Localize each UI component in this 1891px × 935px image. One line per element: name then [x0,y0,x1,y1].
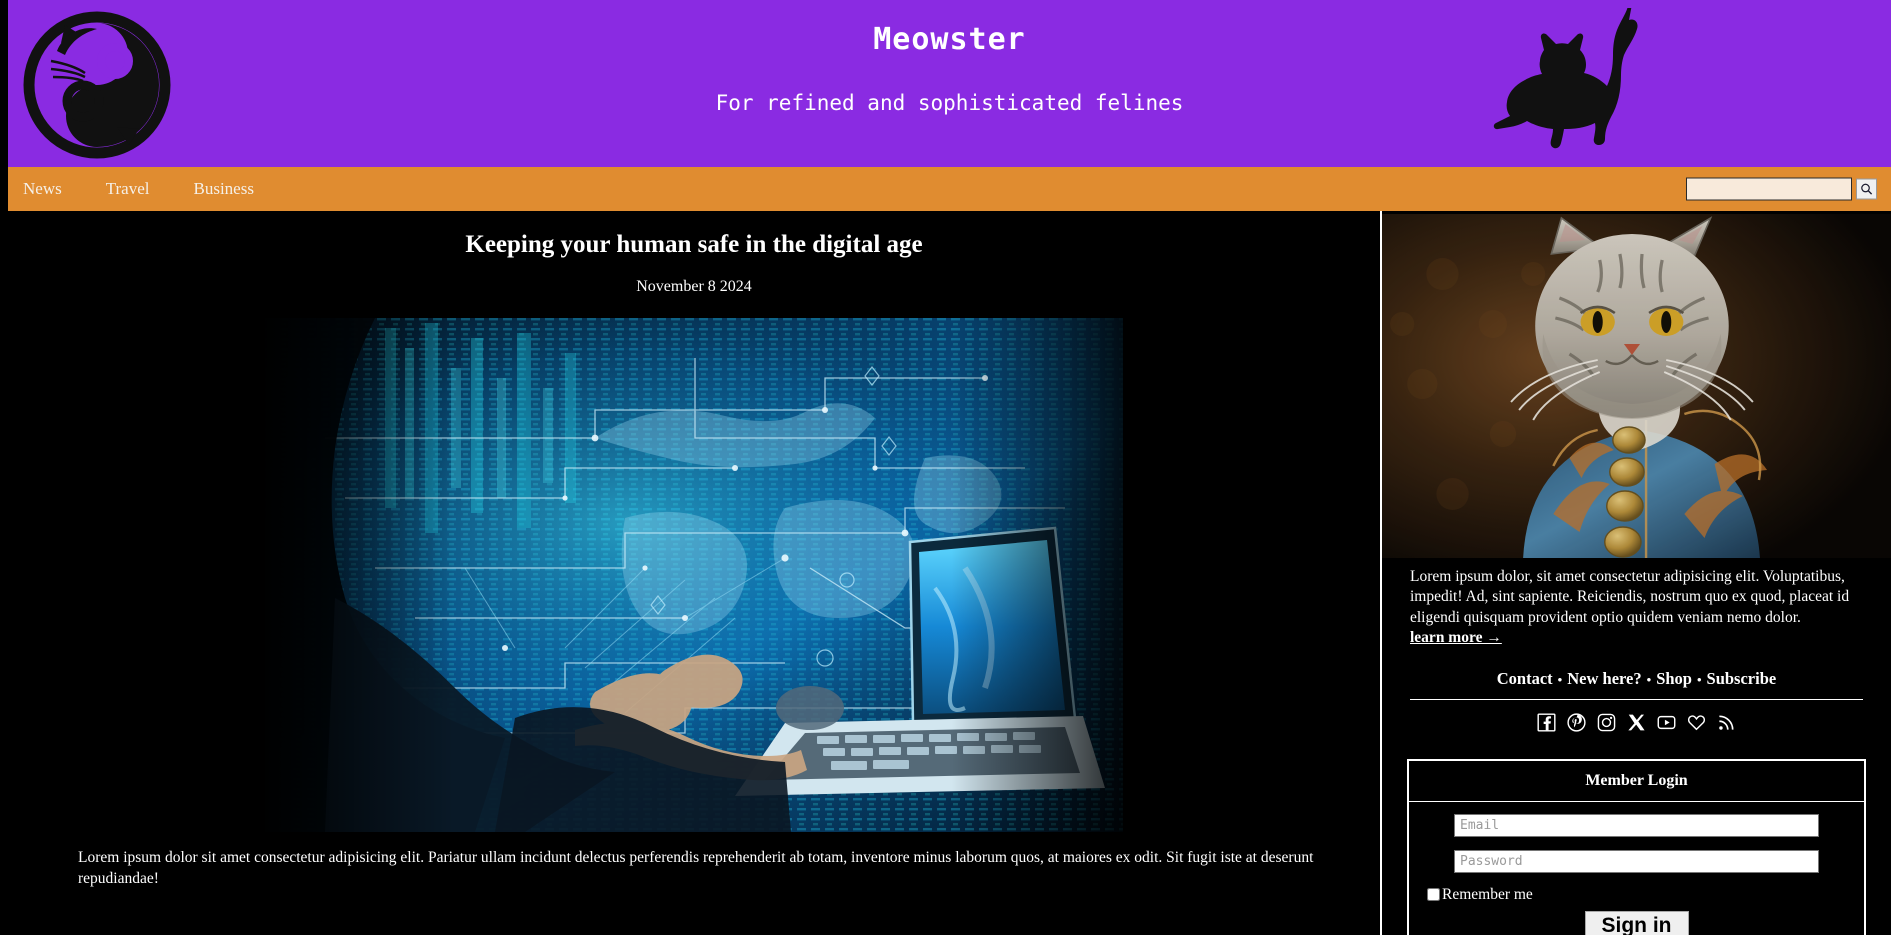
search-area [1686,177,1877,201]
link-separator: • [1696,672,1702,688]
member-login-form: Remember me Sign in [1409,802,1864,935]
x-twitter-icon[interactable] [1627,713,1646,737]
nav-links: News Travel Business [8,179,298,199]
social-links [1382,713,1891,737]
password-field[interactable] [1454,849,1819,873]
sidebar-blurb: Lorem ipsum dolor, sit amet consectetur … [1382,558,1891,649]
nav-item-travel[interactable]: Travel [106,179,150,199]
signin-row: Sign in [1454,910,1819,935]
nav-item-business[interactable]: Business [193,179,253,199]
sign-in-button[interactable]: Sign in [1584,910,1689,935]
article-hero-image [265,318,1123,832]
sidebar-portrait-image [1382,214,1891,558]
remember-me-label: Remember me [1442,885,1533,903]
stretching-cat-silhouette-icon [1491,0,1661,158]
sidebar-links: Contact • New here? • Shop • Subscribe [1382,669,1891,689]
pinterest-icon[interactable] [1567,713,1586,737]
remember-me-checkbox[interactable] [1427,888,1440,902]
site-masthead: Meowster For refined and sophisticated f… [8,0,1891,167]
search-icon [1861,183,1873,195]
facebook-icon[interactable] [1537,713,1556,737]
article-body: Lorem ipsum dolor sit amet consectetur a… [78,849,1314,887]
sidebar-link-shop[interactable]: Shop [1656,669,1692,688]
main-content: Keeping your human safe in the digital a… [8,211,1380,935]
nav-item-news[interactable]: News [23,179,62,199]
youtube-icon[interactable] [1657,713,1676,737]
search-button[interactable] [1856,178,1877,200]
link-separator: • [1557,672,1563,688]
sidebar: Lorem ipsum dolor, sit amet consectetur … [1380,211,1891,935]
member-login-panel: Member Login Remember me Sign in [1407,758,1866,935]
sidebar-blurb-text: Lorem ipsum dolor, sit amet consectetur … [1410,568,1850,626]
site-logo[interactable] [21,9,173,161]
sidebar-link-subscribe[interactable]: Subscribe [1707,669,1777,688]
main-navigation: News Travel Business [8,167,1891,211]
search-input[interactable] [1686,177,1852,201]
heart-icon[interactable] [1687,713,1706,737]
article-title: Keeping your human safe in the digital a… [465,231,923,258]
instagram-icon[interactable] [1597,713,1616,737]
learn-more-link[interactable]: learn more → [1410,629,1502,646]
rss-icon[interactable] [1717,713,1736,737]
sidebar-divider [1410,698,1863,700]
article-date: November 8 2024 [636,278,752,295]
member-login-heading: Member Login [1409,761,1864,802]
email-field[interactable] [1454,813,1819,837]
sidebar-link-new-here[interactable]: New here? [1567,669,1641,688]
link-separator: • [1646,672,1652,688]
sidebar-link-contact[interactable]: Contact [1497,669,1553,688]
page-body: Keeping your human safe in the digital a… [8,211,1891,935]
remember-me-row[interactable]: Remember me [1427,886,1819,904]
